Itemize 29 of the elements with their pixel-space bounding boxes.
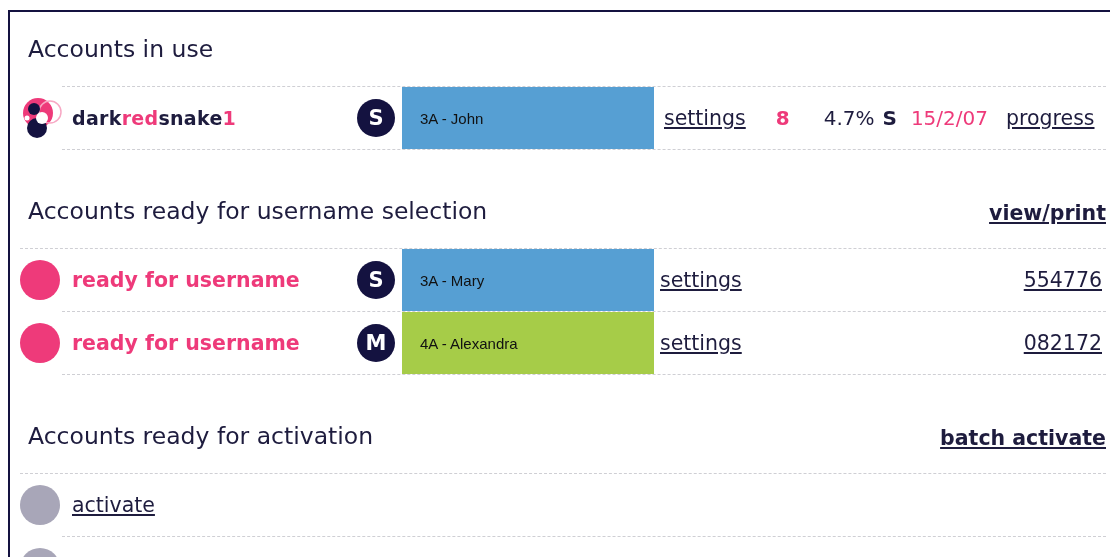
settings-link[interactable]: settings: [660, 331, 742, 355]
activate-link[interactable]: activate: [72, 493, 155, 517]
username: darkredsnake1: [72, 107, 237, 129]
class-badge: S: [357, 99, 395, 137]
status-label: ready for username: [72, 268, 300, 292]
class-badge: M: [357, 324, 395, 362]
section-link[interactable]: batch activate: [940, 422, 1106, 450]
settings-link[interactable]: settings: [664, 106, 746, 130]
progress-link[interactable]: progress: [1006, 106, 1095, 130]
section-title: Accounts in use: [28, 35, 214, 63]
grade-value: S: [882, 106, 897, 130]
class-label: 3A - John: [402, 87, 654, 149]
status-dot: [20, 485, 60, 525]
status-dot: [20, 260, 60, 300]
status-dot: [20, 323, 60, 363]
section-link[interactable]: view/print: [989, 197, 1106, 225]
date-value: 15/2/07: [910, 106, 988, 130]
count-value: 8: [775, 106, 790, 130]
circles-logo-icon: [20, 96, 64, 140]
code-link[interactable]: 554776: [1023, 268, 1102, 292]
class-badge: S: [357, 261, 395, 299]
percent-value: 4.7%: [823, 106, 875, 130]
status-label: ready for username: [72, 331, 300, 355]
class-label: 3A - Mary: [402, 249, 654, 311]
section-title: Accounts ready for activation: [28, 422, 374, 450]
settings-link[interactable]: settings: [660, 268, 742, 292]
class-label: 4A - Alexandra: [402, 312, 654, 374]
code-link[interactable]: 082172: [1023, 331, 1102, 355]
section-title: Accounts ready for username selection: [28, 197, 488, 225]
